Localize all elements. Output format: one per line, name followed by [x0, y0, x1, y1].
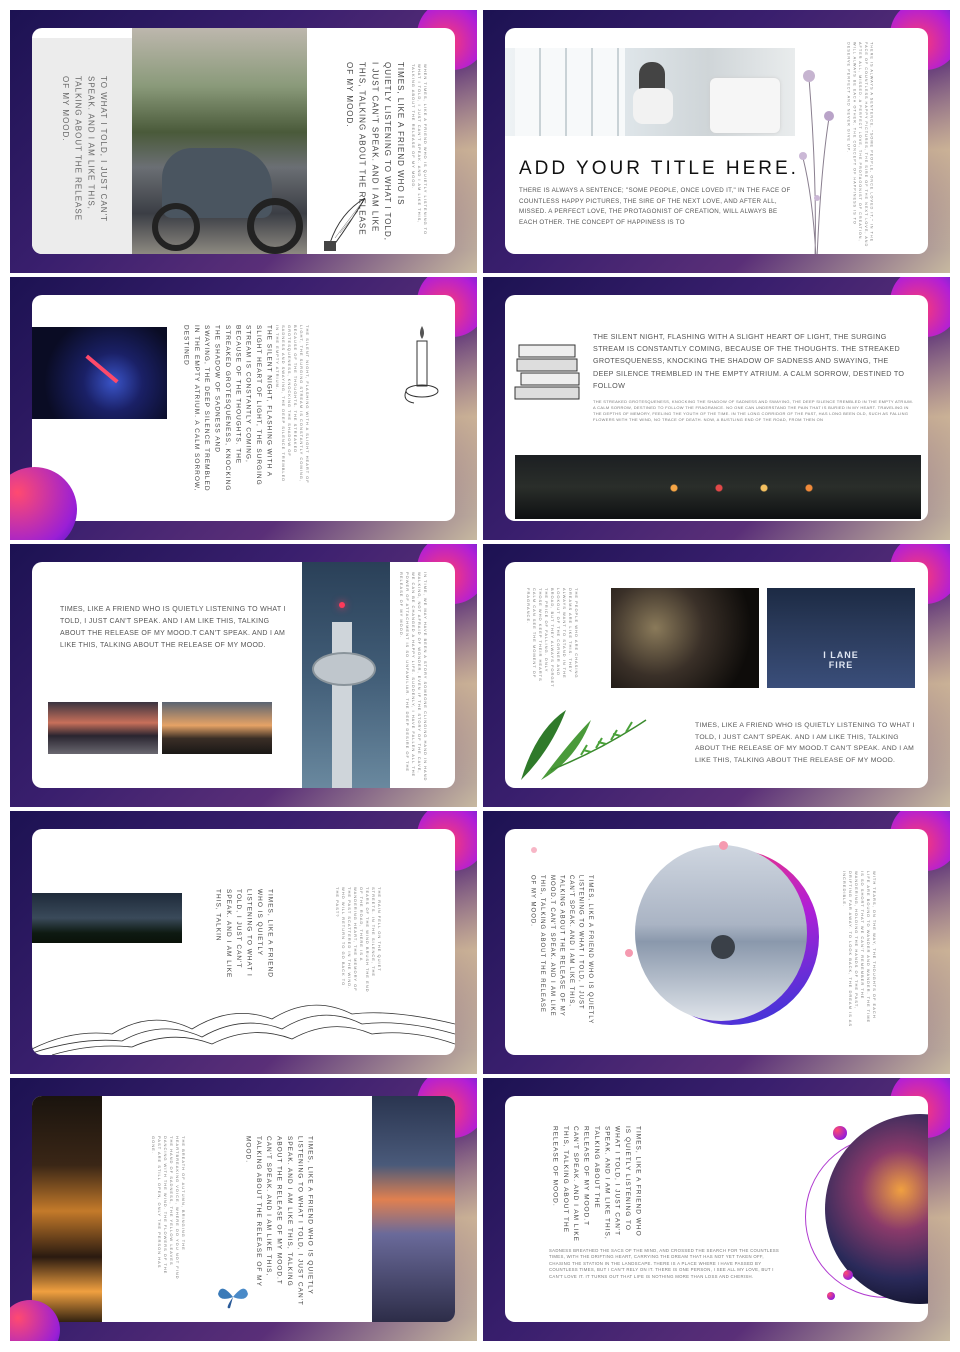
slide-body: TIMES, LIKE A FRIEND WHO IS QUIETLY LIST…	[695, 722, 915, 764]
grass-sunset-photo	[162, 702, 272, 754]
left-vertical-text: TO WHAT I TOLD, I JUST CAN'T SPEAK. AND …	[60, 76, 109, 222]
slide-7[interactable]: TIMES, LIKE A FRIEND WHO IS QUIETLY LIST…	[10, 811, 477, 1074]
slide-title: ADD YOUR TITLE HERE.	[519, 158, 799, 179]
text-column-2: TIMES, LIKE A FRIEND WHO IS QUIETLY LIST…	[244, 1136, 314, 1306]
scooter-photo	[132, 28, 307, 254]
slide-9[interactable]: THE BREATH OF AUTUMN, BRINGING THE HEART…	[10, 1078, 477, 1341]
slide-card: TIMES, LIKE A FRIEND WHO IS QUIETLY LIST…	[32, 829, 455, 1055]
petal	[719, 841, 728, 850]
slide-card: THE SILENT NIGHT, FLASHING WITH A SLIGHT…	[32, 295, 455, 521]
bokeh-street-photo	[372, 1096, 455, 1322]
slide-3[interactable]: THE SILENT NIGHT, FLASHING WITH A SLIGHT…	[10, 277, 477, 540]
candle-icon	[404, 326, 439, 404]
bokeh-lights	[665, 483, 845, 493]
slide-small-text: THE STREAKED GROTESQUENESS, KNOCKING THE…	[593, 399, 914, 422]
city-night-photo	[32, 327, 167, 419]
bokeh-road-photo	[515, 455, 921, 519]
small-vertical-text: WHEN TIMES, LIKE A FRIEND WHO IS QUIETLY…	[411, 64, 428, 236]
text-column-2: THE SILENT NIGHT, FLASHING WITH A SLIGHT…	[275, 325, 310, 484]
slide-5[interactable]: TIMES, LIKE A FRIEND WHO IS QUIETLY LIST…	[10, 544, 477, 807]
text-column-2: WITH TEARS, ON THE WAY, THE THOUGHTS OF …	[842, 871, 877, 1028]
mountain-sunset-photo	[48, 702, 158, 754]
cat-photo	[611, 588, 759, 688]
slide-card: THE PEOPLE WHO ARE CHASING DREAMS ARE LI…	[505, 562, 928, 788]
leaf-icon	[521, 710, 647, 780]
woman-window-photo	[505, 48, 795, 136]
petal	[625, 949, 633, 957]
tower-light	[339, 602, 345, 608]
slide-4[interactable]: THE SILENT NIGHT, FLASHING WITH A SLIGHT…	[483, 277, 950, 540]
slide-card: ADD YOUR TITLE HERE. THERE IS ALWAYS A S…	[505, 28, 928, 254]
slide-small-text: SADNESS BREATHED THE SACS OF THE MIND, A…	[549, 1248, 780, 1279]
tree	[711, 935, 735, 959]
text-column-1: TIMES, LIKE A FRIEND WHO IS QUIETLY LIST…	[551, 1126, 642, 1242]
slide-body: TIMES, LIKE A FRIEND WHO IS QUIETLY LIST…	[60, 606, 286, 649]
slide-8[interactable]: TIMES, LIKE A FRIEND WHO IS QUIETLY LIST…	[483, 811, 950, 1074]
tower-photo	[302, 562, 390, 788]
slide-10[interactable]: TIMES, LIKE A FRIEND WHO IS QUIETLY LIST…	[483, 1078, 950, 1341]
tower-shaft	[332, 622, 352, 788]
street-photo: I LANE FIRE	[767, 588, 915, 688]
gradient-dot	[833, 1126, 847, 1140]
tower-top	[312, 652, 376, 686]
slide-card: TIMES, LIKE A FRIEND WHO IS QUIETLY LIST…	[505, 1096, 928, 1322]
slide-6[interactable]: THE PEOPLE WHO ARE CHASING DREAMS ARE LI…	[483, 544, 950, 807]
small-vertical-text: THERE IS ALWAYS A SENTENCE, "SOME PEOPLE…	[846, 42, 874, 248]
chair	[710, 78, 780, 133]
text-column-1: TIMES, LIKE A FRIEND WHO IS QUIETLY LIST…	[214, 889, 274, 979]
light-streak	[85, 354, 119, 384]
slide-2[interactable]: ADD YOUR TITLE HERE. THERE IS ALWAYS A S…	[483, 10, 950, 273]
books-icon	[514, 344, 580, 400]
mountain-lines-icon	[32, 1004, 455, 1055]
night-forest-photo	[32, 893, 182, 943]
small-vertical-text: THE PEOPLE WHO ARE CHASING DREAMS ARE LI…	[526, 588, 579, 688]
gradient-dot	[843, 1270, 853, 1280]
small-vertical-text: IN TIME, WE MAY HAVE BEEN A STORY SOMEON…	[399, 572, 428, 782]
wheel	[247, 198, 303, 254]
gradient-dot	[827, 1292, 835, 1300]
slide-body: THE SILENT NIGHT, FLASHING WITH A SLIGHT…	[593, 332, 905, 390]
slide-card: TO WHAT I TOLD, I JUST CAN'T SPEAK. AND …	[32, 28, 455, 254]
slide-card: TIMES, LIKE A FRIEND WHO IS QUIETLY LIST…	[32, 562, 455, 788]
petal	[531, 847, 537, 853]
slide-1[interactable]: TO WHAT I TOLD, I JUST CAN'T SPEAK. AND …	[10, 10, 477, 273]
text-column-2: THE RAIN FELL ON THE QUIET STREETS. IN T…	[335, 887, 382, 993]
text-column-1: TIMES, LIKE A FRIEND WHO IS QUIETLY LIST…	[529, 875, 594, 1025]
lanterns-photo	[32, 1096, 102, 1322]
quill-ink-icon	[324, 197, 366, 251]
butterfly-icon	[218, 1288, 248, 1309]
winter-tree-photo	[635, 845, 807, 1021]
street-text: I LANE FIRE	[823, 650, 859, 670]
text-column-1: THE SILENT NIGHT, FLASHING WITH A SLIGHT…	[182, 325, 273, 492]
wheel	[152, 203, 200, 251]
slide-card: THE BREATH OF AUTUMN, BRINGING THE HEART…	[32, 1096, 455, 1322]
flower-stems-icon	[799, 70, 834, 254]
slide-card: TIMES, LIKE A FRIEND WHO IS QUIETLY LIST…	[505, 829, 928, 1055]
person-body	[633, 88, 673, 124]
text-column-1: THE BREATH OF AUTUMN, BRINGING THE HEART…	[151, 1136, 186, 1280]
slide-body: THERE IS ALWAYS A SENTENCE; "SOME PEOPLE…	[519, 187, 791, 226]
window-frame	[515, 48, 625, 136]
slide-card: THE SILENT NIGHT, FLASHING WITH A SLIGHT…	[505, 295, 928, 521]
